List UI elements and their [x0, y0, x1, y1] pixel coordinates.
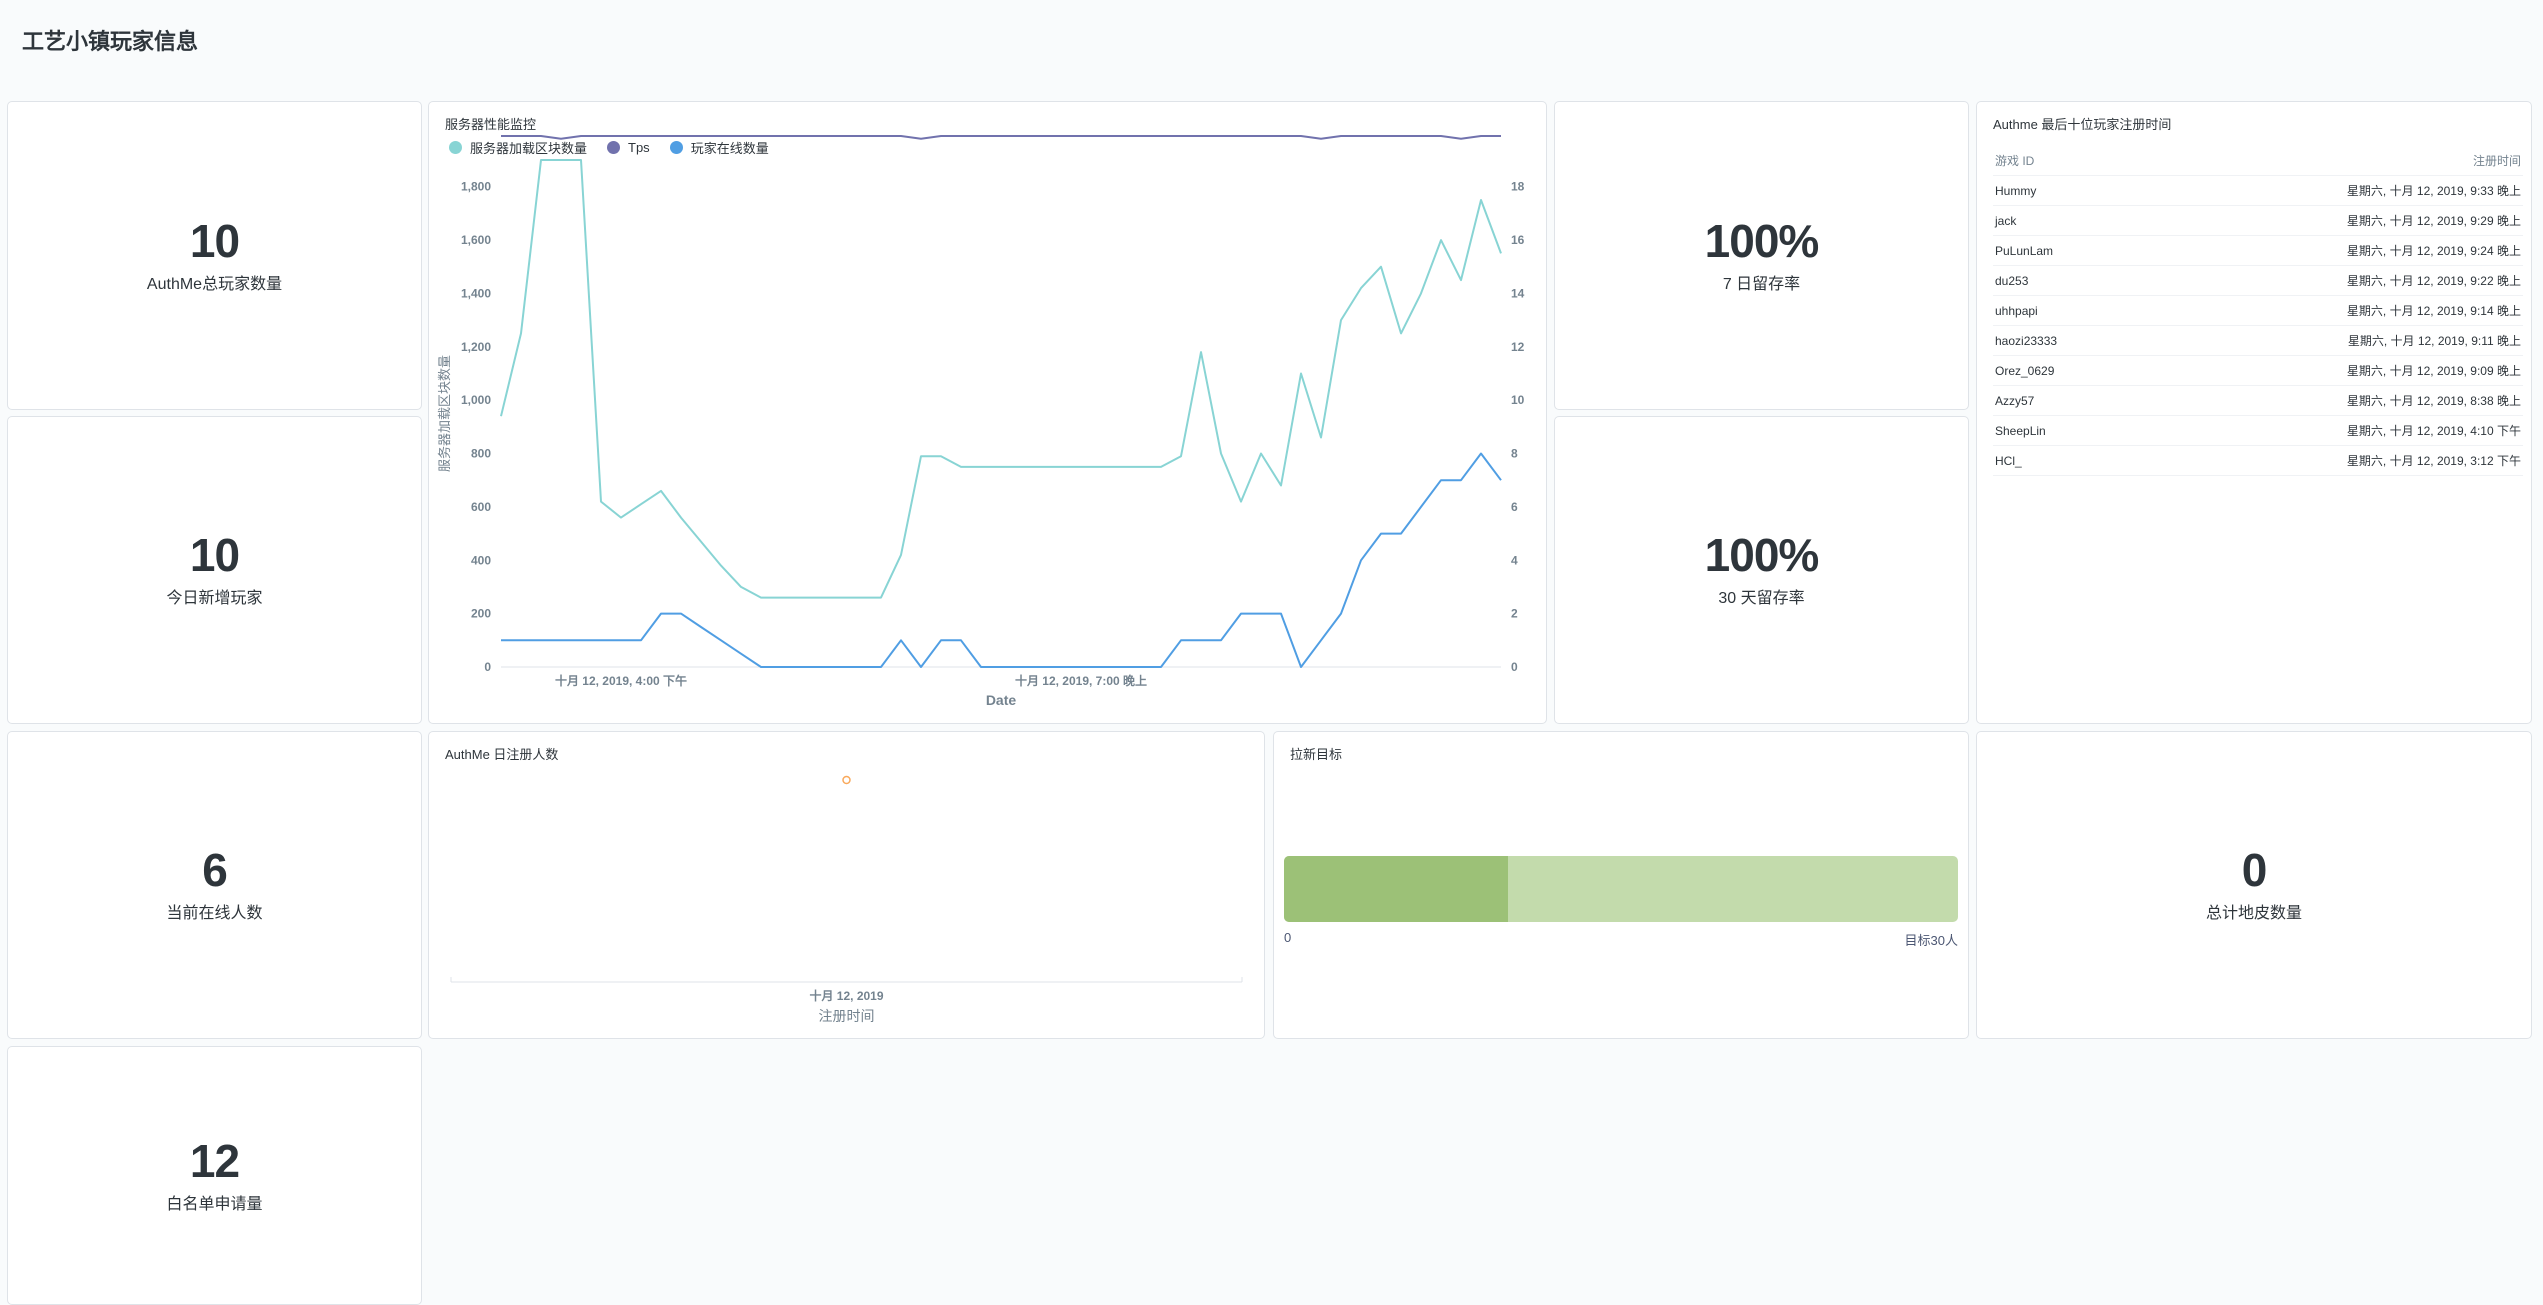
card-retention-30d[interactable]: 100% 30 天留存率 [1554, 416, 1969, 724]
cell-register-time: 星期六, 十月 12, 2019, 9:24 晚上 [2346, 244, 2521, 258]
y-tick-label-right: 12 [1511, 340, 1525, 354]
retention-30d-value: 100% [1704, 529, 1820, 581]
new-today-value: 10 [189, 529, 240, 581]
online-now-value: 6 [202, 844, 228, 896]
retention-7d-label: 7 日留存率 [1722, 275, 1801, 293]
table-row[interactable]: haozi23333 星期六, 十月 12, 2019, 9:11 晚上 [1993, 326, 2523, 356]
y-tick-label-right: 14 [1511, 286, 1525, 300]
y-tick-label-right: 10 [1511, 393, 1525, 407]
table-row[interactable]: Hummy 星期六, 十月 12, 2019, 9:33 晚上 [1993, 176, 2523, 206]
total-players-value: 10 [189, 214, 240, 267]
y-axis-label-left: 服务器加载区块数量 [437, 355, 452, 472]
card-daily-registrations[interactable]: AuthMe 日注册人数 十月 12, 2019 注册时间 [428, 731, 1265, 1039]
cell-register-time: 星期六, 十月 12, 2019, 4:10 下午 [2346, 424, 2521, 438]
table-row[interactable]: uhhpapi 星期六, 十月 12, 2019, 9:14 晚上 [1993, 296, 2523, 326]
online-now-label: 当前在线人数 [166, 905, 263, 922]
x-axis-label: 注册时间 [819, 1008, 875, 1024]
card-retention-7d[interactable]: 100% 7 日留存率 [1554, 101, 1969, 410]
table-row[interactable]: HCl_ 星期六, 十月 12, 2019, 3:12 下午 [1993, 446, 2523, 476]
cell-game-id: jack [1995, 213, 2017, 228]
daily-registrations-chart[interactable]: 十月 12, 2019 注册时间 [429, 732, 1264, 1038]
total-players-label: AuthMe总玩家数量 [146, 275, 283, 293]
card-server-performance[interactable]: 服务器性能监控 服务器加载区块数量 Tps 玩家在线数量 0 200 400 600 8… [428, 101, 1547, 724]
registrations-table: 游戏 ID 注册时间 Hummy 星期六, 十月 12, 2019, 9:33 晚… [1993, 146, 2523, 476]
column-header-register-time[interactable]: 注册时间 [2473, 152, 2521, 169]
retention-7d-value: 100% [1704, 214, 1820, 267]
y-tick-label-left: 200 [471, 607, 491, 621]
card-whitelist[interactable]: 12 白名单申请量 [7, 1046, 422, 1305]
y-tick-label-left: 400 [471, 553, 491, 567]
whitelist-label: 白名单申请量 [166, 1195, 263, 1213]
cell-game-id: Orez_0629 [1995, 363, 2055, 378]
cell-register-time: 星期六, 十月 12, 2019, 9:33 晚上 [2346, 184, 2521, 198]
y-tick-label-right: 8 [1511, 447, 1518, 461]
y-tick-label-left: 600 [471, 500, 491, 514]
goal-title: 拉新目标 [1290, 747, 1343, 762]
table-row[interactable]: jack 星期六, 十月 12, 2019, 9:29 晚上 [1993, 206, 2523, 236]
x-tick-label: 十月 12, 2019, 4:00 下午 [555, 673, 687, 688]
card-online-now[interactable]: 6 当前在线人数 [7, 731, 422, 1039]
table-row[interactable]: Azzy57 星期六, 十月 12, 2019, 8:38 晚上 [1993, 386, 2523, 416]
table-row[interactable]: PuLunLam 星期六, 十月 12, 2019, 9:24 晚上 [1993, 236, 2523, 266]
retention-30d-label: 30 天留存率 [1718, 590, 1805, 607]
goal-min-label: 0 [1284, 930, 1292, 945]
cell-game-id: uhhpapi [1995, 303, 2038, 318]
cell-register-time: 星期六, 十月 12, 2019, 9:14 晚上 [2346, 304, 2521, 318]
total-plots-value: 0 [2241, 844, 2268, 896]
y-tick-label-left: 1,000 [461, 393, 491, 407]
cell-game-id: Hummy [1995, 183, 2037, 198]
cell-register-time: 星期六, 十月 12, 2019, 8:38 晚上 [2346, 394, 2521, 408]
y-tick-label-left: 1,800 [461, 180, 491, 194]
dashboard-title: 工艺小镇玩家信息 [22, 29, 199, 54]
card-goal[interactable]: 拉新目标 0 目标30人 [1273, 731, 1969, 1039]
y-tick-label-right: 16 [1511, 233, 1525, 247]
whitelist-value: 12 [189, 1134, 240, 1187]
y-tick-label-right: 0 [1511, 660, 1518, 674]
series-line-1 [501, 135, 1501, 140]
goal-target-label: 目标30人 [1904, 933, 1958, 948]
cell-game-id: Azzy57 [1995, 393, 2035, 408]
x-tick-label: 十月 12, 2019, 7:00 晚上 [1015, 673, 1147, 688]
y-tick-label-left: 1,600 [461, 233, 491, 247]
cell-game-id: haozi23333 [1995, 333, 2058, 348]
series-line-2 [501, 452, 1502, 668]
cell-register-time: 星期六, 十月 12, 2019, 9:11 晚上 [2347, 334, 2521, 348]
y-tick-label-right: 18 [1511, 180, 1525, 194]
new-today-label: 今日新增玩家 [166, 590, 263, 607]
table-row[interactable]: du253 星期六, 十月 12, 2019, 9:22 晚上 [1993, 266, 2523, 296]
table-row[interactable]: Orez_0629 星期六, 十月 12, 2019, 9:09 晚上 [1993, 356, 2523, 386]
y-tick-label-left: 1,400 [461, 286, 491, 300]
cell-game-id: HCl_ [1995, 453, 2022, 468]
server-performance-chart[interactable]: 0 200 400 600 800 1,000 1,200 1,400 1,600 1,800 0 2… [429, 102, 1546, 723]
series-line-0 [500, 159, 1502, 599]
card-recent-registrations[interactable]: Authme 最后十位玩家注册时间 游戏 ID 注册时间 Hummy 星期六, 十… [1976, 101, 2532, 724]
cell-game-id: du253 [1995, 273, 2029, 288]
y-tick-label-left: 1,200 [461, 340, 491, 354]
y-tick-label-right: 2 [1511, 607, 1518, 621]
card-total-players[interactable]: 10 AuthMe总玩家数量 [7, 101, 422, 410]
cell-register-time: 星期六, 十月 12, 2019, 9:22 晚上 [2346, 274, 2521, 288]
y-tick-label-right: 6 [1511, 500, 1518, 514]
table-row[interactable]: SheepLin 星期六, 十月 12, 2019, 4:10 下午 [1993, 416, 2523, 446]
goal-progress-fill [1284, 856, 1509, 922]
table-header-row: 游戏 ID 注册时间 [1993, 146, 2523, 176]
goal-progress-bar [1284, 856, 1958, 922]
data-point [842, 775, 851, 785]
y-tick-label-left: 0 [484, 660, 491, 674]
column-header-game-id[interactable]: 游戏 ID [1995, 152, 2034, 169]
x-axis-label: Date [986, 692, 1017, 708]
y-tick-label-right: 4 [1511, 553, 1518, 567]
y-tick-label-left: 800 [471, 447, 491, 461]
recent-registrations-title: Authme 最后十位玩家注册时间 [1993, 117, 2172, 132]
card-total-plots[interactable]: 0 总计地皮数量 [1976, 731, 2532, 1039]
total-plots-label: 总计地皮数量 [2205, 905, 2302, 922]
x-tick-label: 十月 12, 2019 [809, 988, 883, 1003]
cell-game-id: SheepLin [1995, 423, 2046, 438]
cell-register-time: 星期六, 十月 12, 2019, 9:09 晚上 [2346, 364, 2521, 378]
cell-game-id: PuLunLam [1995, 243, 2054, 258]
card-new-today[interactable]: 10 今日新增玩家 [7, 416, 422, 724]
cell-register-time: 星期六, 十月 12, 2019, 3:12 下午 [2346, 454, 2521, 468]
cell-register-time: 星期六, 十月 12, 2019, 9:29 晚上 [2346, 214, 2521, 228]
